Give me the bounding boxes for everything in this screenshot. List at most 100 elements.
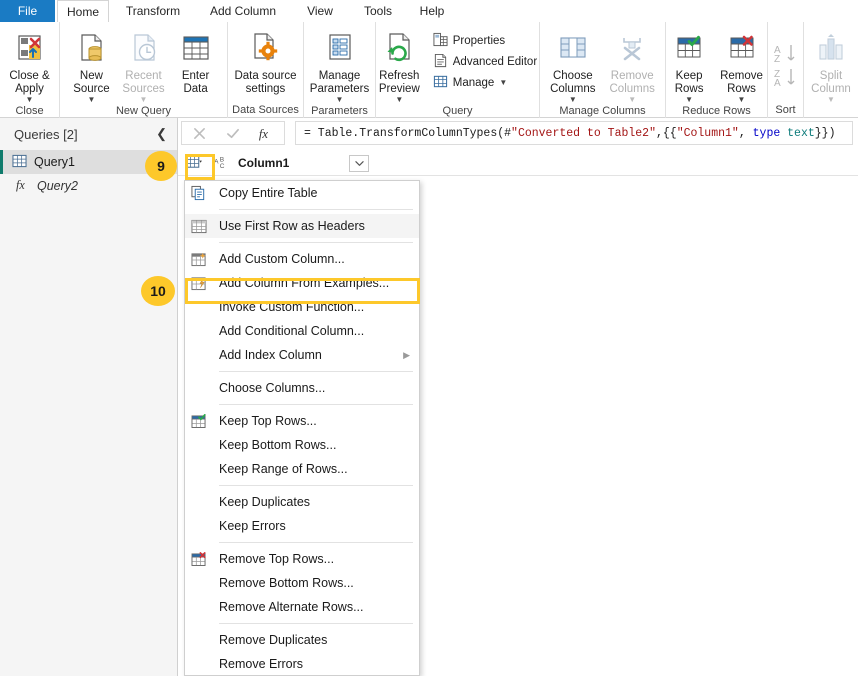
menu-item-keep-top-rows[interactable]: Keep Top Rows... [185, 409, 419, 433]
tab-tools[interactable]: Tools [350, 0, 406, 22]
menu-item-choose-columns[interactable]: Choose Columns... [185, 376, 419, 400]
menu-item-remove-top-rows[interactable]: Remove Top Rows... [185, 547, 419, 571]
properties-label: Properties [452, 34, 506, 47]
fx-icon[interactable]: fx [250, 122, 284, 144]
ribbon-group-parameters: Manage Parameters ▼ Parameters [304, 22, 376, 118]
menu-item-remove-alternate-rows[interactable]: Remove Alternate Rows... [185, 595, 419, 619]
menu-item-keep-errors[interactable]: Keep Errors [185, 514, 419, 538]
menu-item-add-conditional-column[interactable]: Add Conditional Column... [185, 319, 419, 343]
svg-text:C: C [220, 163, 225, 169]
tab-help-label: Help [419, 4, 445, 18]
menu-item-copy-entire-table[interactable]: Copy Entire Table [185, 181, 419, 205]
tab-view[interactable]: View [292, 0, 348, 22]
menu-item-use-first-row-as-headers[interactable]: Use First Row as Headers [185, 214, 419, 238]
properties-button[interactable]: Properties [429, 30, 541, 51]
menu-item-add-custom-column-label: Add Custom Column... [219, 252, 345, 266]
add-column-from-examples-icon [190, 274, 208, 292]
data-source-settings-button[interactable]: Data source settings [229, 26, 301, 96]
enter-data-label: Enter Data [181, 70, 210, 95]
enter-data-button[interactable]: Enter Data [172, 26, 220, 96]
menu-item-remove-errors-label: Remove Errors [219, 657, 304, 671]
menu-item-remove-bottom-rows[interactable]: Remove Bottom Rows... [185, 571, 419, 595]
chevron-down-icon[interactable]: ▼ [140, 96, 148, 104]
formula-part-6 [780, 127, 787, 140]
data-source-settings-label: Data source settings [234, 70, 297, 95]
menu-item-remove-duplicates[interactable]: Remove Duplicates [185, 628, 419, 652]
chevron-down-icon[interactable]: ▼ [685, 96, 693, 104]
chevron-down-icon[interactable]: ▼ [738, 96, 746, 104]
ribbon-tab-bar: File Home Transform Add Column View Tool… [0, 0, 858, 22]
use-first-row-headers-icon [190, 217, 208, 235]
chevron-down-icon[interactable]: ▼ [395, 96, 403, 104]
menu-item-remove-alternate-rows-label: Remove Alternate Rows... [219, 600, 364, 614]
tab-transform[interactable]: Transform [112, 0, 194, 22]
menu-item-add-index-column[interactable]: Add Index Column ▶ [185, 343, 419, 367]
sort-az-za-icon: A Z Z A [771, 40, 801, 94]
advanced-editor-icon [433, 53, 448, 71]
check-icon[interactable] [216, 122, 250, 144]
ribbon-group-data-sources-label: Data Sources [232, 104, 299, 116]
keep-rows-button[interactable]: Keep Rows ▼ [665, 26, 713, 104]
close-and-apply-button[interactable]: Close & Apply ▼ [4, 26, 54, 104]
power-query-editor-window: File Home Transform Add Column View Tool… [0, 0, 858, 676]
manage-button[interactable]: Manage ▼ [429, 72, 541, 93]
chevron-down-icon[interactable]: ▼ [336, 96, 344, 104]
chevron-down-icon[interactable]: ▼ [87, 96, 95, 104]
advanced-editor-button[interactable]: Advanced Editor [429, 51, 541, 72]
remove-columns-button[interactable]: Remove Columns ▼ [605, 26, 660, 104]
menu-item-keep-duplicates[interactable]: Keep Duplicates [185, 490, 419, 514]
menu-item-invoke-custom-function[interactable]: Invoke Custom Function... [185, 295, 419, 319]
remove-rows-label: Remove Rows [720, 70, 763, 95]
svg-text:A: A [774, 78, 781, 89]
formula-input[interactable]: = Table.TransformColumnTypes(# "Converted… [295, 121, 853, 145]
chevron-down-icon[interactable]: ▼ [26, 96, 34, 104]
tab-view-label: View [307, 4, 333, 18]
sidebar-item-query2-label: Query2 [37, 179, 78, 193]
function-fx-icon: fx [15, 178, 30, 195]
filter-dropdown-icon[interactable] [349, 155, 369, 172]
remove-rows-button[interactable]: Remove Rows ▼ [715, 26, 768, 104]
remove-rows-icon [190, 550, 208, 568]
new-source-button[interactable]: New Source ▼ [67, 26, 115, 104]
tab-help[interactable]: Help [408, 0, 456, 22]
sidebar-item-query1-label: Query1 [34, 155, 75, 169]
ribbon-group-sort: A Z Z A Sort [768, 22, 804, 118]
manage-parameters-button[interactable]: Manage Parameters ▼ [305, 26, 374, 104]
menu-item-add-conditional-column-label: Add Conditional Column... [219, 324, 365, 338]
recent-sources-button[interactable]: Recent Sources ▼ [117, 26, 169, 104]
recent-sources-icon [127, 28, 161, 68]
ribbon-group-new-query: New Source ▼ Recent Sources ▼ Enter Data… [60, 22, 228, 118]
menu-item-remove-errors[interactable]: Remove Errors [185, 652, 419, 675]
chevron-left-icon[interactable]: ❮ [156, 126, 167, 142]
ribbon-group-parameters-label: Parameters [311, 105, 368, 117]
formula-part-8: }}) [814, 126, 836, 140]
ribbon-group-new-query-label: New Query [115, 105, 172, 117]
menu-item-add-column-from-examples[interactable]: Add Column From Examples... [185, 271, 419, 295]
formula-bar-buttons: fx [181, 121, 285, 145]
menu-item-invoke-custom-function-label: Invoke Custom Function... [219, 300, 365, 314]
table-corner-button[interactable] [182, 153, 206, 173]
menu-item-keep-range-of-rows-label: Keep Range of Rows... [219, 462, 348, 476]
sort-buttons[interactable]: A Z Z A [762, 34, 810, 94]
refresh-preview-button[interactable]: Refresh Preview ▼ [374, 26, 425, 104]
chevron-down-icon[interactable]: ▼ [628, 96, 636, 104]
menu-item-keep-bottom-rows[interactable]: Keep Bottom Rows... [185, 433, 419, 457]
split-column-button[interactable]: Split Column ▼ [806, 26, 856, 104]
submenu-arrow-icon: ▶ [403, 349, 410, 360]
close-x-icon[interactable] [182, 122, 216, 144]
tab-file[interactable]: File [0, 0, 55, 22]
chevron-down-icon[interactable]: ▼ [499, 78, 507, 87]
ribbon-group-data-sources: Data source settings Data Sources [228, 22, 304, 118]
tab-add-column[interactable]: Add Column [196, 0, 290, 22]
menu-item-keep-range-of-rows[interactable]: Keep Range of Rows... [185, 457, 419, 481]
manage-icon [433, 74, 448, 92]
tab-home[interactable]: Home [57, 0, 109, 22]
chevron-down-icon[interactable]: ▼ [569, 96, 577, 104]
ribbon-group-close-label: Close [15, 105, 44, 117]
menu-item-add-custom-column[interactable]: Add Custom Column... [185, 247, 419, 271]
formula-bar: fx = Table.TransformColumnTypes(# "Conver… [178, 118, 858, 148]
ribbon-group-manage-columns: Choose Columns ▼ Remove Columns ▼ Manage… [540, 22, 666, 118]
svg-text:fx: fx [259, 127, 268, 141]
chevron-down-icon[interactable]: ▼ [827, 96, 835, 104]
choose-columns-button[interactable]: Choose Columns ▼ [545, 26, 600, 104]
